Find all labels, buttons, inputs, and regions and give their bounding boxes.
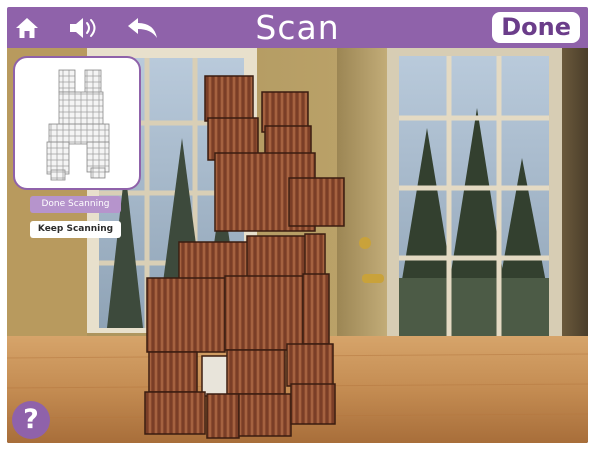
scan-preview bbox=[13, 56, 141, 190]
done-button[interactable]: Done bbox=[492, 12, 580, 43]
done-scanning-button[interactable]: Done Scanning bbox=[30, 196, 121, 213]
app-frame: Scan Done Done Scanning Keep Scanning ? bbox=[7, 7, 588, 443]
help-button[interactable]: ? bbox=[12, 401, 50, 439]
top-bar: Scan Done bbox=[7, 7, 588, 48]
keep-scanning-button[interactable]: Keep Scanning bbox=[30, 221, 121, 238]
voxel-model-preview bbox=[46, 69, 110, 181]
